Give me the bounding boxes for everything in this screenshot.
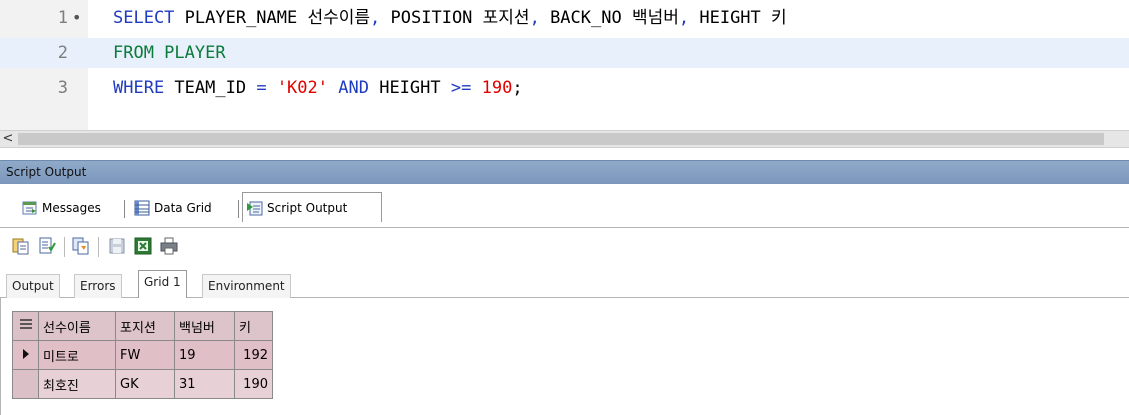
cell-player-name[interactable]: 미트로	[38, 340, 116, 370]
cell-height[interactable]: 190	[234, 369, 273, 399]
code-token: POSITION 포지션	[380, 8, 530, 28]
code-token: HEIGHT	[368, 78, 451, 98]
row-header[interactable]	[12, 369, 39, 399]
cell-position[interactable]: FW	[115, 340, 175, 370]
line-number: 3	[57, 78, 68, 98]
tab-data-grid-label: Data Grid	[154, 201, 212, 215]
tab-errors[interactable]: Errors	[74, 274, 122, 298]
sql-editor[interactable]: 1 • SELECT PLAYER_NAME 선수이름, POSITION 포지…	[0, 0, 1129, 130]
code-token: TEAM_ID	[164, 78, 257, 98]
result-tabs: Output Errors Grid 1 Environment	[0, 266, 1129, 299]
cell-position[interactable]: GK	[115, 369, 175, 399]
print-icon[interactable]	[160, 237, 178, 255]
code-token: >=	[450, 78, 472, 98]
code-token: =	[256, 78, 267, 98]
cell-player-name[interactable]: 최호진	[38, 369, 116, 399]
column-header-height[interactable]: 키	[234, 311, 273, 341]
code-line-3[interactable]: 3 WHERE TEAM_ID = 'K02' AND HEIGHT >= 19…	[0, 73, 1129, 103]
toolbar-separator	[98, 237, 99, 257]
select-all-icon[interactable]	[12, 311, 39, 341]
code-text: WHERE TEAM_ID = 'K02' AND HEIGHT >= 190;	[113, 73, 523, 103]
excel-icon[interactable]	[134, 237, 152, 255]
grid-header-row: 선수이름 포지션 백넘버 키	[12, 311, 273, 341]
code-text: SELECT PLAYER_NAME 선수이름, POSITION 포지션, B…	[113, 3, 787, 33]
column-header-player-name[interactable]: 선수이름	[38, 311, 116, 341]
code-token: ,	[678, 8, 690, 28]
code-token: ,	[370, 8, 381, 28]
code-text: FROM PLAYER	[113, 38, 226, 68]
column-header-back-no[interactable]: 백넘버	[174, 311, 235, 341]
output-view-tabs: Messages Data Grid Script Output	[0, 186, 1129, 228]
tab-script-output-label: Script Output	[267, 200, 348, 215]
tab-messages[interactable]: Messages	[18, 194, 105, 222]
messages-icon	[22, 200, 38, 216]
tab-divider	[124, 200, 125, 218]
sql-icon[interactable]	[38, 237, 56, 255]
code-token: ;	[512, 78, 523, 98]
scroll-left-icon[interactable]: <	[0, 131, 16, 147]
grid-toolbar	[0, 228, 1129, 264]
line-number: 2	[57, 43, 68, 63]
copy-icon[interactable]	[72, 237, 90, 255]
cell-height[interactable]: 192	[234, 340, 273, 370]
data-grid-icon	[134, 200, 150, 216]
cell-back-no[interactable]: 31	[174, 369, 235, 399]
cell-back-no[interactable]: 19	[174, 340, 235, 370]
tab-grid-1[interactable]: Grid 1	[138, 270, 187, 299]
script-output-icon	[247, 200, 263, 216]
horizontal-scrollbar[interactable]: <	[0, 130, 1129, 148]
column-header-position[interactable]: 포지션	[115, 311, 175, 341]
current-row-icon[interactable]	[12, 340, 39, 370]
tab-data-grid[interactable]: Data Grid	[130, 194, 216, 222]
tab-output[interactable]: Output	[6, 274, 60, 298]
panel-titlebar: Script Output	[0, 160, 1129, 184]
line-marker-icon: •	[72, 8, 82, 27]
scrollbar-thumb[interactable]	[18, 133, 1104, 145]
code-token: ,	[529, 8, 540, 28]
result-grid-area: 선수이름 포지션 백넘버 키 미트로 FW 19 192 최호진 GK 31 1…	[0, 298, 1129, 415]
freeze-view-icon[interactable]	[12, 237, 30, 255]
panel-title: Script Output	[6, 165, 87, 179]
code-token: BACK_NO 백넘버	[539, 8, 679, 28]
save-icon[interactable]	[108, 237, 126, 255]
code-token: FROM PLAYER	[113, 43, 226, 63]
code-line-1[interactable]: 1 • SELECT PLAYER_NAME 선수이름, POSITION 포지…	[0, 3, 1129, 33]
code-token: WHERE	[113, 78, 165, 98]
code-token: PLAYER_NAME 선수이름	[174, 8, 371, 28]
table-row[interactable]: 최호진 GK 31 190	[12, 369, 273, 399]
result-grid: 선수이름 포지션 백넘버 키 미트로 FW 19 192 최호진 GK 31 1…	[12, 311, 273, 399]
tab-script-output[interactable]: Script Output	[242, 192, 382, 222]
code-token: AND	[338, 78, 369, 98]
code-token: 'K02'	[276, 78, 328, 98]
line-number: 1	[57, 8, 68, 28]
tab-messages-label: Messages	[42, 201, 101, 215]
tab-environment[interactable]: Environment	[202, 274, 291, 298]
table-row[interactable]: 미트로 FW 19 192	[12, 340, 273, 370]
code-token: SELECT	[113, 8, 175, 28]
code-token: HEIGHT 키	[689, 8, 787, 28]
code-token: 190	[481, 78, 513, 98]
toolbar-separator	[64, 237, 65, 257]
tab-divider	[238, 200, 239, 218]
code-line-2[interactable]: 2 FROM PLAYER	[0, 38, 1129, 68]
